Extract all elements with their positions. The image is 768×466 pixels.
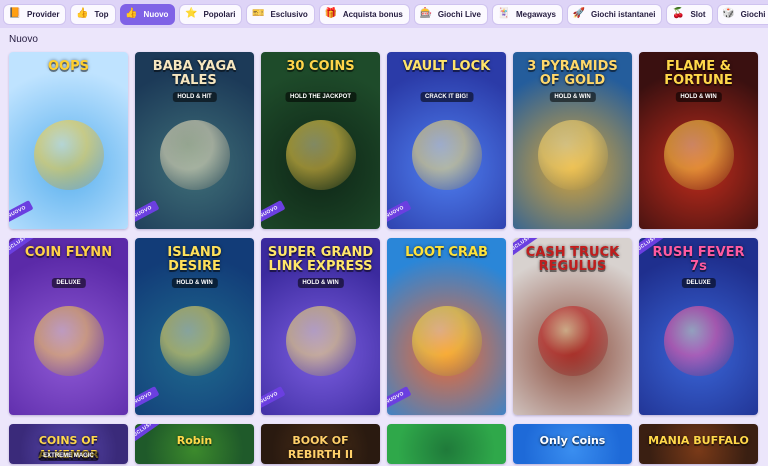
game-subtitle: HOLD THE JACKPOT [284, 92, 357, 102]
gift-icon: 🎁 [324, 8, 338, 19]
game-title: BABA YAGA TALES [152, 59, 237, 88]
game-title: RUSH FEVER 7s [652, 245, 745, 274]
game-tile[interactable]: ISLAND DESIRE HOLD & WIN NUOVO [135, 238, 254, 415]
game-subtitle: CRACK IT BIG! [420, 92, 473, 102]
category-top[interactable]: 👍 Top [70, 3, 116, 25]
category-acquista-bonus[interactable]: 🎁 Acquista bonus [318, 3, 410, 25]
slot-icon: 🍒 [672, 8, 685, 19]
game-title: ISLAND DESIRE [167, 245, 222, 274]
game-title: VAULT LOCK [402, 59, 491, 74]
ticket-icon: 🎫 [252, 8, 265, 19]
game-subtitle: HOLD & WIN [675, 92, 722, 102]
game-tile[interactable]: COINS OF ALKEMOREXTREME MAGIC [9, 424, 128, 464]
category-label: Giochi Live [437, 9, 481, 19]
game-artwork [411, 305, 482, 376]
games-grid: OOPS NUOVO BABA YAGA TALES HOLD & HIT NUOVO 3… [9, 52, 758, 464]
game-title: Robin [176, 434, 213, 447]
game-tile[interactable]: 30 COINS HOLD THE JACKPOT NUOVO [261, 52, 380, 229]
section-title: Nuovo [9, 34, 38, 45]
game-title: Only Coins [539, 434, 606, 447]
category-slot[interactable]: 🍒 Slot [666, 3, 713, 25]
game-artwork [285, 119, 356, 190]
game-artwork [663, 305, 734, 376]
category-label: Popolari [203, 9, 236, 19]
game-title: 3 PYRAMIDS OF GOLD [527, 59, 618, 88]
game-subtitle: HOLD & WIN [171, 278, 218, 288]
category-giochi-live[interactable]: 🎰 Giochi Live [413, 3, 488, 25]
game-tile[interactable]: CASH TRUCK REGULUS ESCLUSIVO [513, 238, 632, 415]
game-subtitle: HOLD & WIN [297, 278, 344, 288]
game-tile[interactable]: VAULT LOCK CRACK IT BIG! NUOVO [387, 52, 506, 229]
game-subtitle: DELUXE [51, 278, 86, 288]
category-bar: 📙 Provider 👍 Top 👍 Nuovo ⭐ Popolari 🎫 Esclusivo 🎁 A… [0, 0, 768, 28]
game-subtitle: EXTREME MAGIC [38, 451, 99, 461]
game-title: CASH TRUCK REGULUS [525, 245, 620, 274]
category-giochi-istantanei[interactable]: 🚀 Giochi istantanei [566, 3, 663, 25]
category-megaways[interactable]: 🃏 Megaways [491, 3, 563, 25]
game-artwork [663, 119, 734, 190]
game-artwork [159, 119, 230, 190]
game-tile[interactable]: SUPER GRAND LINK EXPRESS HOLD & WIN NUOVO [261, 238, 380, 415]
game-tile[interactable]: Only Coins [513, 424, 632, 464]
category-popolari[interactable]: ⭐ Popolari [179, 3, 243, 25]
megaways-icon: 🃏 [497, 8, 511, 19]
category-nuovo[interactable]: 👍 Nuovo [119, 3, 176, 25]
game-tile[interactable]: 3 PYRAMIDS OF GOLD HOLD & WIN [513, 52, 632, 229]
category-label: Nuovo [143, 9, 169, 19]
game-artwork [33, 305, 104, 376]
game-tile[interactable]: OOPS NUOVO [9, 52, 128, 229]
game-tile[interactable]: LOOT CRAB NUOVO [387, 238, 506, 415]
game-artwork [33, 119, 104, 190]
category-provider[interactable]: 📙 Provider [3, 3, 67, 25]
game-title: MANIA BUFFALO [648, 434, 749, 447]
game-tile[interactable]: FLAME & FORTUNE HOLD & WIN [639, 52, 758, 229]
game-title: FLAME & FORTUNE [664, 59, 733, 88]
game-tile[interactable]: MANIA BUFFALO [639, 424, 758, 464]
game-tile[interactable] [387, 424, 506, 464]
game-artwork [537, 305, 608, 376]
provider-icon: 📙 [8, 8, 22, 19]
category-label: Megaways [515, 9, 556, 19]
game-tile[interactable]: Robin ESCLUSIVO [135, 424, 254, 464]
game-thumbnail [387, 424, 506, 464]
game-title: BOOK OF REBIRTH II [287, 434, 354, 461]
category-label: Provider [27, 9, 60, 19]
game-tile[interactable]: COIN FLYNN DELUXE ESCLUSIVO [9, 238, 128, 415]
game-artwork [285, 305, 356, 376]
game-artwork [537, 119, 608, 190]
category-giochi-da-tavolo[interactable]: 🎲 Giochi da tavolo [716, 3, 768, 25]
game-subtitle: DELUXE [681, 278, 716, 288]
game-title: SUPER GRAND LINK EXPRESS [267, 245, 374, 274]
game-title: LOOT CRAB [405, 245, 488, 260]
game-title: COIN FLYNN [24, 245, 113, 260]
category-label: Giochi istantanei [590, 9, 656, 19]
top-icon: 👍 [76, 8, 89, 19]
game-tile[interactable]: RUSH FEVER 7s DELUXE ESCLUSIVO [639, 238, 758, 415]
game-tile[interactable]: BABA YAGA TALES HOLD & HIT NUOVO [135, 52, 254, 229]
live-icon: 🎰 [419, 8, 433, 19]
category-esclusivo[interactable]: 🎫 Esclusivo [246, 3, 315, 25]
table-games-icon: 🎲 [722, 8, 735, 19]
rocket-icon: 🚀 [572, 8, 586, 19]
category-label: Acquista bonus [342, 9, 403, 19]
category-label: Giochi da tavolo [740, 9, 768, 19]
game-tile[interactable]: BOOK OF REBIRTH II [261, 424, 380, 464]
star-icon: ⭐ [185, 8, 198, 19]
game-subtitle: HOLD & WIN [549, 92, 596, 102]
game-title: OOPS [48, 59, 89, 74]
category-label: Esclusivo [270, 9, 308, 19]
game-artwork [411, 119, 482, 190]
category-label: Top [94, 9, 109, 19]
new-icon: 👍 [125, 8, 138, 19]
game-subtitle: HOLD & HIT [172, 92, 217, 102]
game-artwork [159, 305, 230, 376]
game-title: 30 COINS [286, 59, 355, 74]
category-label: Slot [690, 9, 706, 19]
